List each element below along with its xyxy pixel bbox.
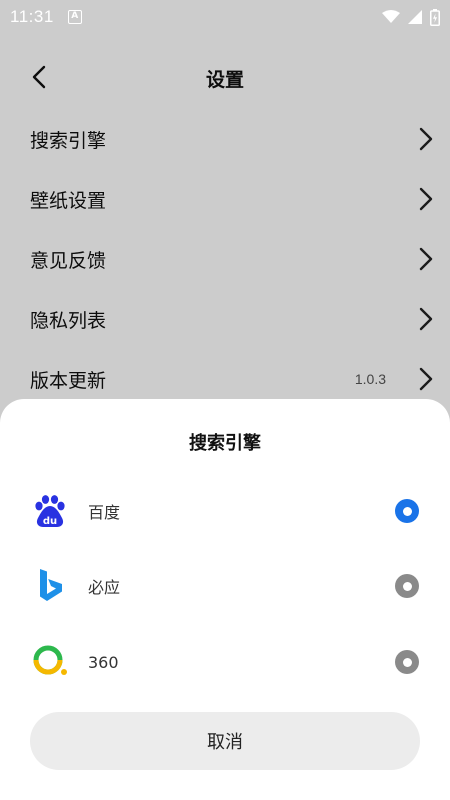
radio-selected[interactable] — [395, 499, 419, 523]
status-time: 11:31 — [10, 7, 54, 26]
engine-option-360[interactable]: 360 — [0, 632, 450, 692]
battery-charging-icon — [430, 8, 440, 26]
a-letter-icon: A — [67, 10, 82, 24]
engine-option-baidu[interactable]: du 百度 — [0, 481, 450, 541]
engine-name: 360 — [88, 652, 119, 672]
360-icon — [30, 642, 70, 682]
engine-option-bing[interactable]: 必应 — [0, 556, 450, 616]
baidu-icon: du — [30, 491, 70, 531]
cancel-button[interactable]: 取消 — [30, 712, 420, 770]
svg-text:du: du — [43, 516, 57, 527]
radio-unselected[interactable] — [395, 574, 419, 598]
engine-name: 必应 — [88, 578, 121, 597]
status-icons — [382, 8, 440, 26]
bing-icon — [30, 566, 70, 606]
sheet-title: 搜索引擎 — [189, 433, 261, 454]
search-engine-sheet: 搜索引擎 du 百度 必应 360 取消 — [0, 399, 450, 800]
radio-unselected[interactable] — [395, 650, 419, 674]
status-bar: 11:31 A — [0, 0, 450, 34]
engine-name: 百度 — [88, 503, 121, 522]
signal-icon — [408, 10, 422, 24]
wifi-icon — [382, 10, 400, 23]
